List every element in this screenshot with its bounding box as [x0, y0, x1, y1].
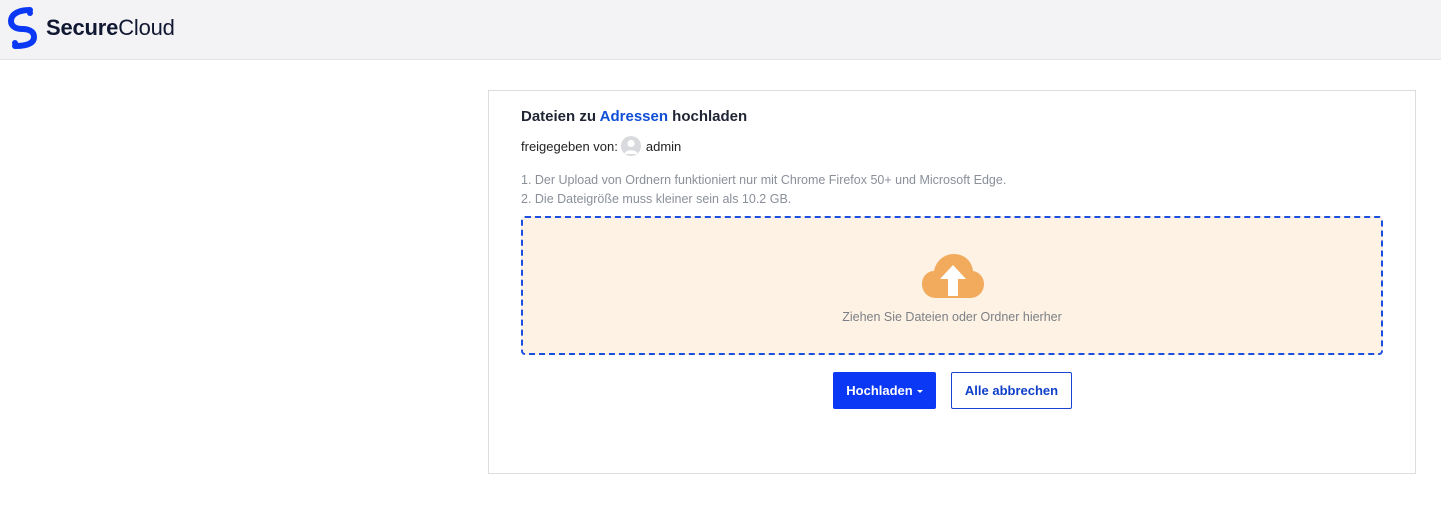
folder-link[interactable]: Adressen	[600, 108, 668, 125]
securecloud-logo-icon	[8, 7, 37, 49]
top-bar: SecureCloud	[0, 0, 1441, 60]
shared-by: freigegeben von: admin	[521, 135, 681, 157]
shared-by-user: admin	[645, 138, 682, 154]
cloud-upload-icon	[922, 254, 984, 298]
upload-dropdown-button[interactable]: Hochladen	[833, 372, 936, 409]
caret-down-icon	[916, 390, 923, 393]
upload-notes: 1. Der Upload von Ordnern funktioniert n…	[521, 171, 1006, 209]
note-folder-upload: 1. Der Upload von Ordnern funktioniert n…	[521, 173, 1007, 187]
user-avatar-icon	[620, 136, 641, 156]
brand-logo[interactable]: SecureCloud	[8, 7, 175, 49]
brand-name: SecureCloud	[46, 15, 175, 41]
upload-button-label: Hochladen	[846, 383, 913, 398]
title-suffix: hochladen	[668, 108, 748, 125]
title-prefix: Dateien zu	[521, 108, 600, 125]
shared-by-label: freigegeben von:	[521, 138, 618, 154]
brand-name-bold: Secure	[46, 15, 119, 40]
drop-zone-text: Ziehen Sie Dateien oder Ordner hierher	[842, 310, 1062, 324]
upload-card: Dateien zu Adressen hochladen freigegebe…	[488, 90, 1416, 474]
note-file-size: 2. Die Dateigröße muss kleiner sein als …	[521, 192, 792, 206]
drop-zone[interactable]: Ziehen Sie Dateien oder Ordner hierher	[521, 216, 1383, 355]
cancel-all-button[interactable]: Alle abbrechen	[951, 372, 1072, 409]
brand-name-regular: Cloud	[118, 15, 175, 40]
upload-title: Dateien zu Adressen hochladen	[521, 108, 747, 125]
